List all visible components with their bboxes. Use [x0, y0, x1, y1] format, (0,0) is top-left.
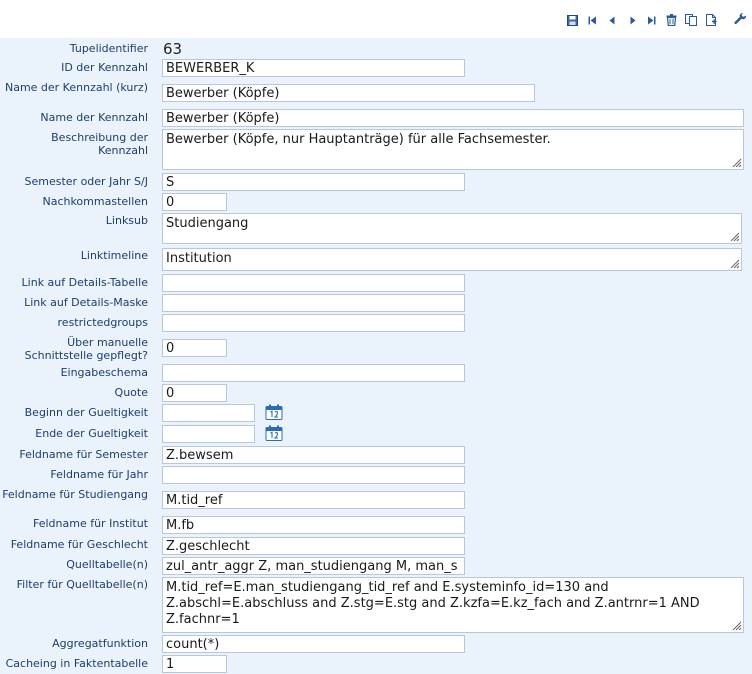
- label-linktimeline: Linktimeline: [80, 249, 148, 262]
- label-feldname-geschlecht: Feldname für Geschlecht: [10, 538, 148, 551]
- input-eingabeschema[interactable]: [162, 364, 465, 382]
- label-feldname-jahr: Feldname für Jahr: [50, 468, 148, 481]
- label-feldname-semester: Feldname für Semester: [19, 448, 148, 461]
- linktimeline-wrapper: Institution: [162, 248, 742, 271]
- input-link-details-tabelle[interactable]: [162, 274, 465, 292]
- label-cacheing: Cacheing in Faktentabelle: [5, 657, 148, 670]
- textarea-linktimeline[interactable]: Institution: [162, 248, 742, 271]
- label-ende-gueltigkeit: Ende der Gueltigkeit: [35, 427, 148, 440]
- textarea-linksub[interactable]: Studiengang: [162, 213, 742, 244]
- label-nachkommastellen: Nachkommastellen: [42, 195, 148, 208]
- input-beginn-gueltigkeit[interactable]: [162, 404, 255, 422]
- input-quote[interactable]: [162, 384, 227, 402]
- new-record-icon[interactable]: [704, 13, 718, 27]
- label-beschreibung: Beschreibung der Kennzahl: [51, 131, 148, 157]
- label-feldname-institut: Feldname für Institut: [32, 517, 148, 530]
- filter-wrapper: M.tid_ref=E.man_studiengang_tid_ref and …: [162, 577, 744, 633]
- first-record-icon[interactable]: [585, 13, 599, 27]
- previous-record-icon[interactable]: [605, 13, 619, 27]
- input-feldname-semester[interactable]: [162, 446, 465, 464]
- input-feldname-studiengang[interactable]: [162, 491, 465, 509]
- input-feldname-jahr[interactable]: [162, 466, 465, 484]
- input-id-kennzahl[interactable]: [162, 59, 465, 77]
- label-quote: Quote: [114, 386, 148, 399]
- input-name-kennzahl[interactable]: [162, 109, 744, 127]
- label-tupelidentifier: Tupelidentifier: [69, 42, 148, 55]
- settings-wrench-icon[interactable]: [733, 12, 747, 26]
- label-id-kennzahl: ID der Kennzahl: [61, 61, 148, 74]
- calendar-icon[interactable]: [265, 404, 283, 420]
- label-name-kennzahl: Name der Kennzahl: [40, 111, 148, 124]
- input-name-kennzahl-kurz[interactable]: [162, 84, 535, 102]
- textarea-beschreibung[interactable]: Bewerber (Köpfe, nur Hauptanträge) für a…: [162, 129, 744, 170]
- value-tupelidentifier: 63: [163, 40, 183, 58]
- label-feldname-studiengang: Feldname für Studiengang: [2, 488, 148, 501]
- textarea-filter-quelltabellen[interactable]: M.tid_ref=E.man_studiengang_tid_ref and …: [162, 577, 744, 633]
- label-linksub: Linksub: [105, 214, 148, 227]
- label-beginn-gueltigkeit: Beginn der Gueltigkeit: [24, 406, 148, 419]
- linksub-wrapper: Studiengang: [162, 213, 742, 244]
- label-aggregatfunktion: Aggregatfunktion: [52, 637, 148, 650]
- record-toolbar: [0, 0, 752, 38]
- input-ende-gueltigkeit[interactable]: [162, 425, 255, 443]
- save-icon[interactable]: [565, 13, 579, 27]
- next-record-icon[interactable]: [625, 13, 639, 27]
- copy-icon[interactable]: [684, 13, 698, 27]
- delete-icon[interactable]: [664, 13, 678, 27]
- label-restrictedgroups: restrictedgroups: [57, 316, 148, 329]
- input-semester-jahr[interactable]: [162, 173, 465, 191]
- beschreibung-wrapper: Bewerber (Köpfe, nur Hauptanträge) für a…: [162, 129, 744, 170]
- label-manuelle-schnittstelle: Über manuelle Schnittstelle gepflegt?: [24, 336, 148, 362]
- input-manuelle-schnittstelle[interactable]: [162, 339, 227, 357]
- last-record-icon[interactable]: [644, 13, 658, 27]
- label-link-details-tabelle: Link auf Details-Tabelle: [21, 276, 148, 289]
- input-nachkommastellen[interactable]: [162, 193, 227, 211]
- input-aggregatfunktion[interactable]: [162, 635, 465, 653]
- label-semester-jahr: Semester oder Jahr S/J: [24, 175, 148, 188]
- calendar-icon[interactable]: [265, 425, 283, 441]
- input-link-details-maske[interactable]: [162, 294, 465, 312]
- input-quelltabellen[interactable]: [162, 557, 465, 575]
- label-filter-quelltabellen: Filter für Quelltabelle(n): [16, 578, 148, 591]
- input-restrictedgroups[interactable]: [162, 314, 465, 332]
- input-feldname-geschlecht[interactable]: [162, 537, 465, 555]
- label-name-kennzahl-kurz: Name der Kennzahl (kurz): [4, 81, 148, 94]
- label-eingabeschema: Eingabeschema: [60, 366, 148, 379]
- label-link-details-maske: Link auf Details-Maske: [24, 296, 148, 309]
- input-cacheing[interactable]: [162, 655, 227, 673]
- input-feldname-institut[interactable]: [162, 516, 465, 534]
- label-quelltabellen: Quelltabelle(n): [66, 558, 148, 571]
